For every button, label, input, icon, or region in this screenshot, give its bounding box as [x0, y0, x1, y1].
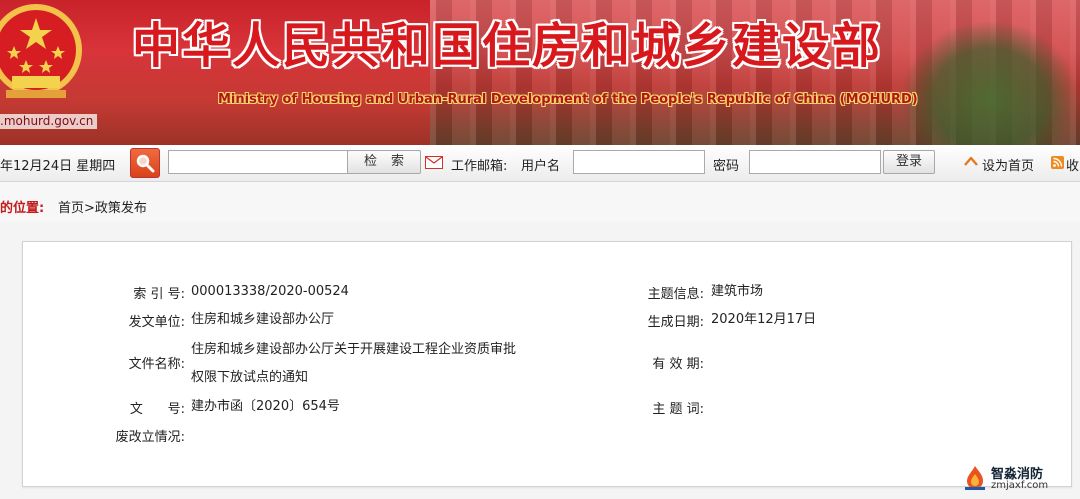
mail-icon — [425, 156, 443, 173]
favorite-link[interactable]: 收 — [1066, 155, 1079, 174]
watermark: 智淼消防 zmjaxf.com — [963, 463, 1078, 495]
search-icon-button[interactable] — [130, 148, 160, 178]
current-date: 年12月24日 星期四 — [0, 159, 116, 174]
username-label: 用户名 — [521, 159, 561, 174]
document-number-label: 文 号: — [129, 402, 185, 417]
status-label: 废改立情况: — [115, 430, 185, 445]
login-button[interactable]: 登录 — [883, 150, 935, 174]
work-mail-label: 工作邮箱: — [451, 159, 508, 174]
search-button[interactable]: 检索 — [347, 150, 421, 174]
password-input[interactable] — [749, 150, 881, 174]
date-value: 2020年12月17日 — [711, 312, 817, 327]
home-arrow-icon — [963, 155, 979, 173]
document-number-value: 建办市函〔2020〕654号 — [191, 399, 340, 414]
document-name-label: 文件名称: — [128, 357, 185, 372]
document-info-panel: 索 引 号: 000013338/2020-00524 发文单位: 住房和城乡建… — [22, 241, 1072, 487]
magnifier-icon — [136, 154, 155, 173]
validity-label: 有 效 期: — [652, 357, 704, 372]
username-input[interactable] — [573, 150, 705, 174]
issuer-value: 住房和城乡建设部办公厅 — [191, 312, 335, 327]
site-title-cn: 中华人民共和国住房和城乡建设部 — [132, 18, 883, 74]
top-toolbar: 年12月24日 星期四 检索 工作邮箱: 用户名 密码 登录 设为首页 收 — [0, 145, 1080, 182]
rss-icon — [1051, 156, 1064, 173]
password-label: 密码 — [713, 159, 740, 174]
document-name-line2: 权限下放试点的通知 — [191, 370, 309, 385]
watermark-url: zmjaxf.com — [991, 480, 1049, 491]
date-label: 生成日期: — [647, 315, 704, 330]
topic-label: 主题信息: — [647, 287, 704, 302]
breadcrumb: 的位置: 首页>政策发布 — [0, 182, 1080, 222]
index-label: 索 引 号: — [133, 287, 185, 302]
search-input[interactable] — [168, 150, 350, 174]
breadcrumb-path[interactable]: 首页>政策发布 — [58, 197, 147, 216]
index-value: 000013338/2020-00524 — [191, 284, 349, 299]
breadcrumb-label: 的位置: — [0, 201, 45, 216]
document-name-line1: 住房和城乡建设部办公厅关于开展建设工程企业资质审批 — [191, 342, 517, 357]
banner-tree — [900, 20, 1080, 145]
set-homepage-link[interactable]: 设为首页 — [982, 155, 1034, 174]
topic-value: 建筑市场 — [711, 284, 764, 299]
site-url: .mohurd.gov.cn — [0, 114, 98, 129]
keywords-label: 主 题 词: — [652, 402, 704, 417]
national-emblem-icon — [0, 0, 96, 118]
site-banner: .mohurd.gov.cn 中华人民共和国住房和城乡建设部 Ministry … — [0, 0, 1080, 145]
watermark-logo-icon — [963, 465, 987, 495]
site-title-en: Ministry of Housing and Urban-Rural Deve… — [218, 92, 918, 107]
issuer-label: 发文单位: — [128, 315, 185, 330]
